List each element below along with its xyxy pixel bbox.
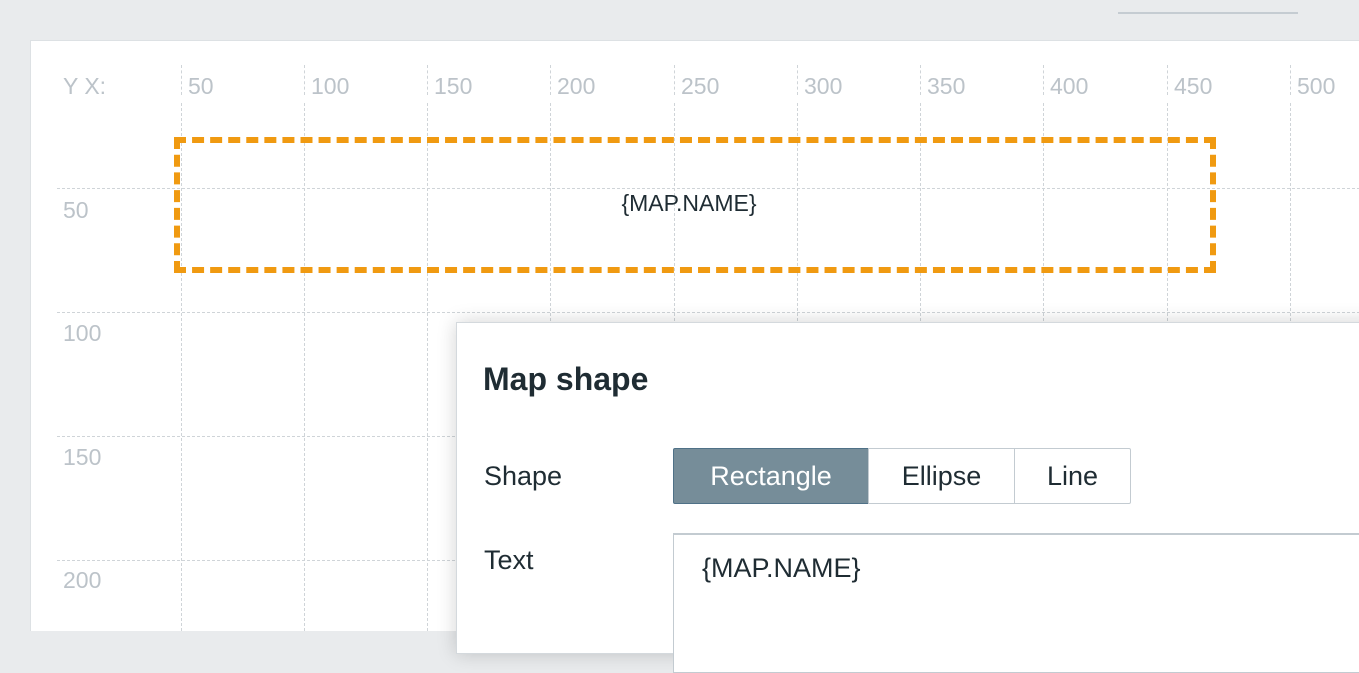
- x-axis-tick: 250: [681, 73, 720, 99]
- selected-map-shape[interactable]: {MAP.NAME}: [174, 137, 1216, 273]
- x-axis-tick: 350: [927, 73, 966, 99]
- text-label: Text: [484, 545, 534, 575]
- x-axis-tick: 450: [1174, 73, 1213, 99]
- shape-text-input[interactable]: {MAP.NAME}: [673, 533, 1359, 673]
- x-axis-tick: 50: [188, 73, 214, 99]
- grid-line-vertical: [550, 65, 551, 95]
- y-axis-tick: 100: [63, 320, 102, 346]
- grid-line-vertical: [797, 65, 798, 95]
- grid-line-vertical: [1167, 65, 1168, 95]
- y-axis-tick: 50: [63, 197, 89, 223]
- grid-line-vertical: [920, 65, 921, 95]
- map-shape-text: {MAP.NAME}: [621, 189, 757, 216]
- grid-line-horizontal: [57, 312, 1359, 313]
- grid-line-vertical: [1043, 65, 1044, 95]
- x-axis-tick: 200: [557, 73, 596, 99]
- y-axis-tick: 200: [63, 567, 102, 593]
- dialog-title: Map shape: [483, 361, 649, 397]
- grid-line-vertical: [427, 65, 428, 95]
- axis-corner-label: Y X:: [63, 73, 107, 99]
- x-axis-tick: 150: [434, 73, 473, 99]
- shape-label: Shape: [484, 461, 563, 491]
- x-axis-tick: 100: [311, 73, 350, 99]
- x-axis-tick: 400: [1050, 73, 1089, 99]
- shape-option-rectangle[interactable]: Rectangle: [673, 448, 869, 504]
- x-axis-tick: 300: [804, 73, 843, 99]
- shape-option-line[interactable]: Line: [1014, 448, 1131, 504]
- x-axis-tick: 500: [1297, 73, 1336, 99]
- grid-line-vertical: [304, 65, 305, 95]
- map-shape-dialog: Map shape Shape Rectangle Ellipse Line T…: [456, 322, 1359, 673]
- top-tab[interactable]: [1118, 0, 1298, 14]
- grid-line-vertical: [674, 65, 675, 95]
- grid-line-vertical: [181, 65, 182, 95]
- shape-option-ellipse[interactable]: Ellipse: [868, 448, 1015, 504]
- grid-line-vertical: [1290, 65, 1291, 95]
- y-axis-tick: 150: [63, 444, 102, 470]
- shape-type-selector: Rectangle Ellipse Line: [673, 448, 1131, 506]
